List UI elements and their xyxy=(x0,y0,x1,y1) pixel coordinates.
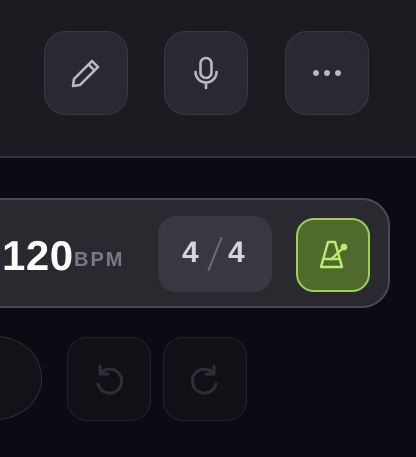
redo-icon xyxy=(190,364,218,395)
app-screen: 120 BPM 4 4 xyxy=(0,0,416,457)
metronome-toggle-button[interactable] xyxy=(296,218,370,292)
edit-button[interactable] xyxy=(44,31,128,115)
more-horizontal-icon xyxy=(313,70,341,76)
time-signature-denominator: 4 xyxy=(228,236,245,269)
undo-icon xyxy=(96,364,124,395)
pencil-icon xyxy=(71,59,100,88)
time-signature-numerator: 4 xyxy=(182,236,199,269)
more-options-button[interactable] xyxy=(285,31,369,115)
top-toolbar xyxy=(0,0,416,158)
record-button[interactable] xyxy=(0,336,42,420)
time-signature-divider xyxy=(207,236,223,272)
tempo-control: 120 BPM 4 4 xyxy=(0,198,390,308)
metronome-icon xyxy=(319,240,348,269)
microphone-icon xyxy=(194,56,218,90)
bpm-unit-label: BPM xyxy=(74,249,125,271)
time-signature-button[interactable]: 4 4 xyxy=(158,216,272,292)
undo-button[interactable] xyxy=(67,337,151,421)
bpm-value[interactable]: 120 xyxy=(2,232,74,280)
redo-button[interactable] xyxy=(163,337,247,421)
microphone-button[interactable] xyxy=(164,31,248,115)
